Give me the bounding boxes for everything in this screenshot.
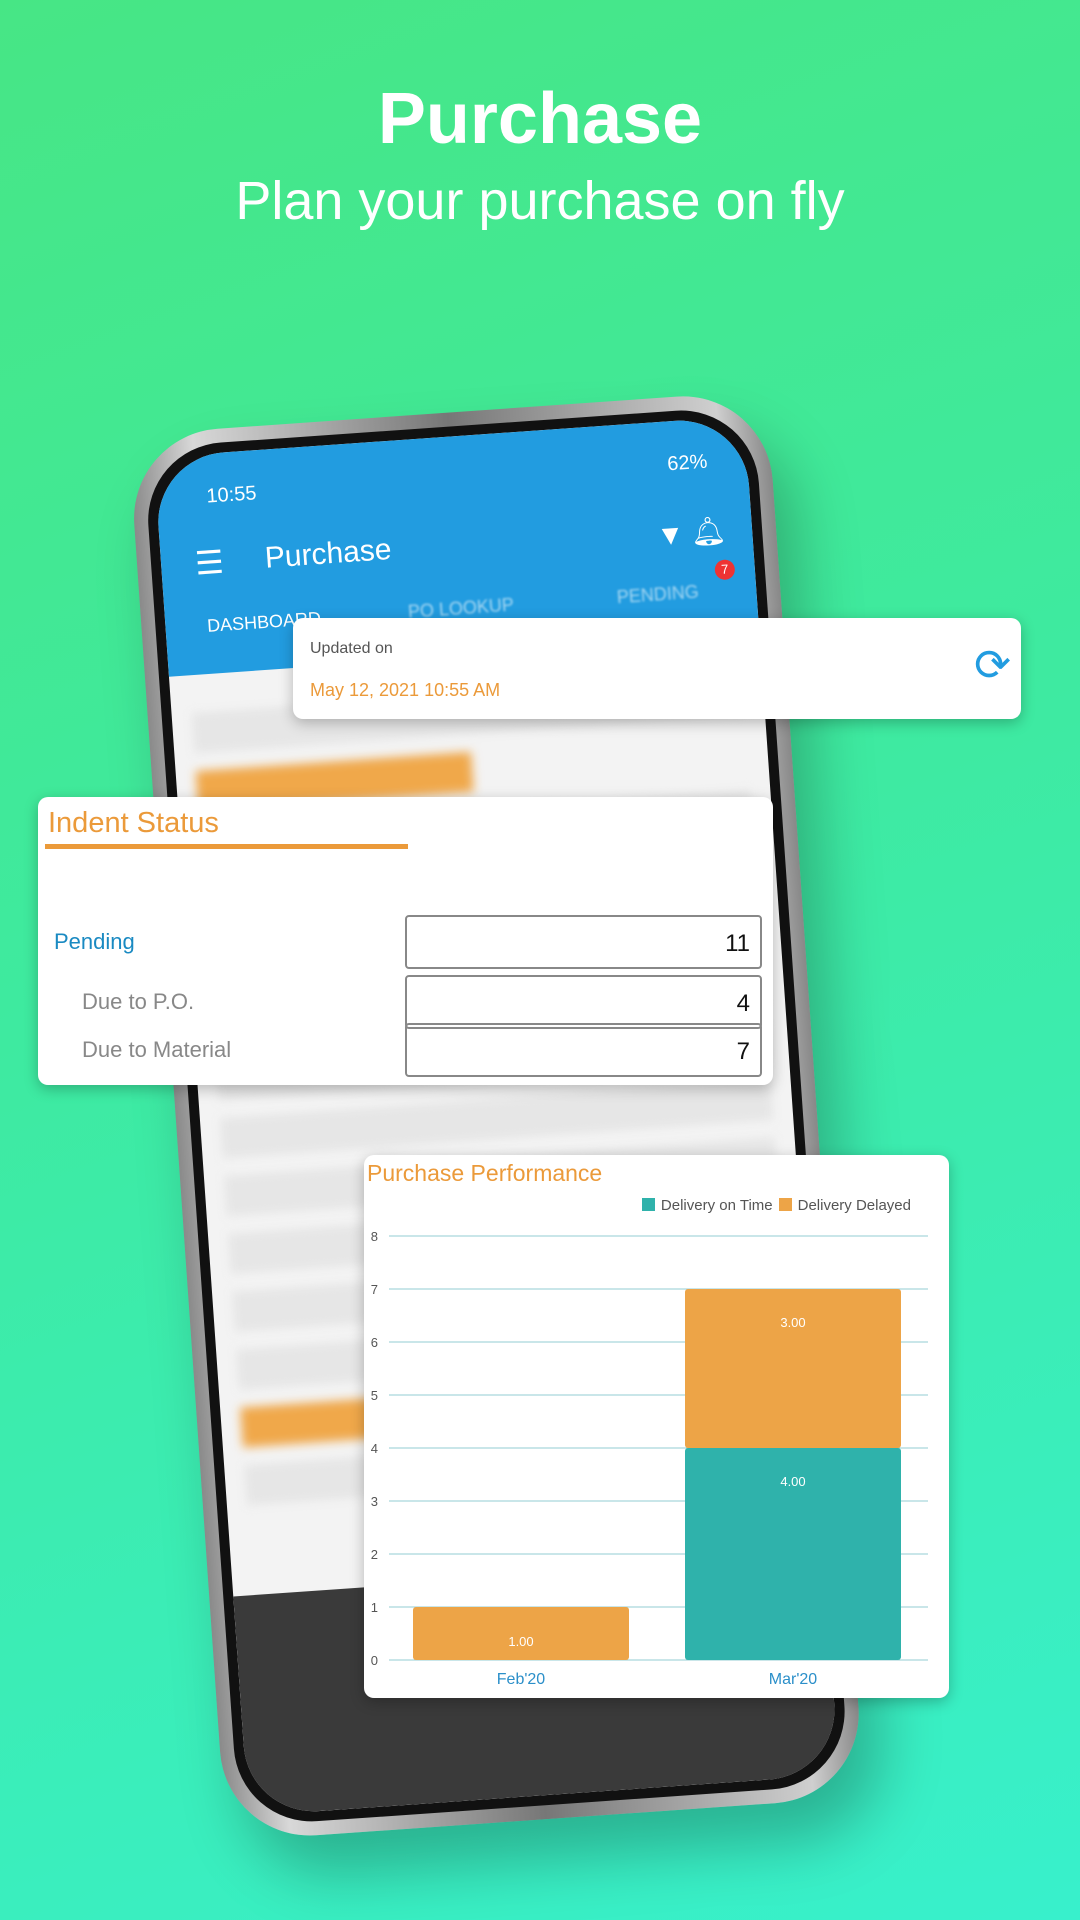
- purchase-performance-card: 0 1 2 3 4 5 6 7 8 1.00 Feb'20 4.00 3.00 Mar'20 Purcha…: [364, 1155, 949, 1698]
- chart-legend: Delivery on Time Delivery Delayed: [641, 1197, 911, 1214]
- data-label: 4.00: [780, 1474, 805, 1489]
- tab-pending[interactable]: PENDING: [559, 578, 757, 613]
- row-value: 4: [405, 975, 762, 1029]
- y-tick-label: 2: [371, 1547, 378, 1562]
- updated-label: Updated on: [310, 640, 393, 657]
- data-label: 3.00: [780, 1315, 805, 1330]
- indent-row-pending: Pending 11: [38, 915, 773, 969]
- y-tick-label: 3: [371, 1494, 378, 1509]
- x-tick-label: Mar'20: [769, 1671, 818, 1688]
- legend-on-time[interactable]: Delivery on Time: [641, 1197, 773, 1214]
- title-underline: [45, 844, 408, 849]
- bar-delayed: [685, 1289, 901, 1448]
- hero-title: Purchase: [377, 79, 703, 159]
- x-tick-label: Feb'20: [497, 1671, 546, 1688]
- bell-icon[interactable]: 🔔︎: [689, 514, 728, 549]
- hero-subtitle: Plan your purchase on fly: [235, 171, 845, 231]
- row-value: 11: [405, 915, 762, 969]
- updated-card: Updated on May 12, 2021 10:55 AM ⟳: [293, 618, 1021, 719]
- y-tick-label: 1: [371, 1600, 378, 1615]
- legend-swatch: [641, 1198, 655, 1211]
- y-tick-label: 7: [371, 1282, 378, 1297]
- status-battery: 62%: [666, 450, 709, 476]
- legend-delayed[interactable]: Delivery Delayed: [778, 1197, 911, 1214]
- y-tick-label: 4: [371, 1441, 378, 1456]
- filter-icon[interactable]: ▼: [656, 518, 686, 552]
- updated-value: May 12, 2021 10:55 AM: [310, 680, 501, 700]
- row-label: Due to P.O.: [82, 989, 195, 1014]
- chart-title: Purchase Performance: [367, 1160, 603, 1186]
- chart-svg: 0 1 2 3 4 5 6 7 8 1.00 Feb'20 4.00 3.00 Mar'20: [371, 1229, 928, 1688]
- hamburger-menu-icon[interactable]: ☰: [194, 543, 225, 583]
- notification-badge: 7: [714, 559, 736, 581]
- legend-swatch: [778, 1198, 792, 1211]
- row-label: Due to Material: [82, 1037, 232, 1062]
- row-value: 7: [405, 1023, 762, 1077]
- y-tick-label: 0: [371, 1653, 378, 1668]
- y-tick-label: 6: [371, 1335, 378, 1350]
- status-bar: 10:55 62%: [206, 451, 708, 509]
- indent-title: Indent Status: [48, 807, 219, 839]
- data-label: 1.00: [508, 1634, 533, 1649]
- legend-label: Delivery on Time: [660, 1197, 773, 1214]
- y-tick-label: 8: [371, 1229, 378, 1244]
- refresh-icon[interactable]: ⟳: [974, 644, 1011, 688]
- app-title: Purchase: [263, 532, 393, 575]
- indent-row-due-to-po: Due to P.O. 4: [38, 975, 773, 1029]
- legend-label: Delivery Delayed: [797, 1197, 911, 1214]
- row-label: Pending: [54, 929, 135, 954]
- indent-status-card: Indent Status Pending 11 Due to P.O. 4 Due…: [38, 797, 773, 1085]
- indent-row-due-to-material: Due to Material 7: [38, 1023, 773, 1077]
- y-tick-label: 5: [371, 1388, 378, 1403]
- status-time: 10:55: [205, 482, 258, 508]
